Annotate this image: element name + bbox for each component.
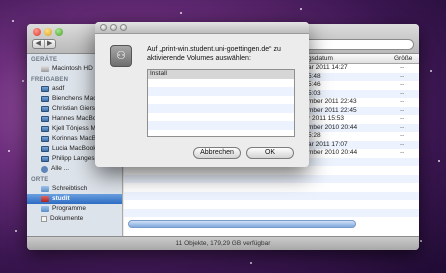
sidebar-item-label: asdf — [52, 85, 65, 92]
row-size: -- — [400, 72, 405, 80]
empty-row — [148, 96, 294, 105]
sidebar-item-label: Dokumente — [50, 215, 84, 222]
sidebar-item-label: Schreibtisch — [52, 185, 88, 192]
row-date: 5:03 — [308, 89, 321, 97]
minimize-button[interactable] — [44, 28, 52, 36]
row-date: r 2011 15:53 — [308, 115, 345, 122]
network-volume-icon: ⚇ — [110, 45, 132, 67]
volume-list[interactable]: Install — [147, 69, 295, 137]
computer-icon — [41, 96, 49, 102]
disk-icon — [41, 66, 49, 72]
empty-row — [124, 208, 419, 217]
cancel-button[interactable]: Abbrechen — [193, 147, 241, 159]
computer-icon — [41, 146, 49, 152]
dialog-zoom-button — [120, 24, 127, 31]
empty-row — [148, 113, 294, 122]
row-size: -- — [400, 89, 405, 97]
sidebar-item-applications[interactable]: Programme — [27, 204, 122, 214]
row-date: 5:28 — [308, 132, 321, 139]
empty-row — [148, 87, 294, 96]
row-date: mber 2010 20:44 — [308, 149, 358, 156]
documents-icon — [41, 216, 47, 222]
row-date: mber 2011 22:43 — [308, 98, 357, 105]
forward-button[interactable]: ▶ — [43, 40, 56, 48]
row-size: -- — [400, 106, 405, 114]
horizontal-scrollbar[interactable] — [128, 220, 356, 228]
empty-row — [148, 121, 294, 130]
column-header-size[interactable]: Größe — [394, 54, 412, 63]
computer-icon — [41, 126, 49, 132]
sidebar-header-places: ORTE — [31, 177, 49, 183]
sidebar-item-label: Alle ... — [51, 165, 70, 172]
row-date: mber 2011 22:45 — [308, 106, 357, 114]
search-field[interactable] — [302, 39, 414, 50]
row-size: -- — [400, 140, 405, 148]
sidebar-item-label: studit — [52, 195, 70, 202]
close-button[interactable] — [33, 28, 41, 36]
volume-item-install[interactable]: Install — [148, 70, 294, 79]
row-size: -- — [400, 98, 405, 105]
sidebar-item-label: Macintosh HD — [52, 65, 93, 72]
dialog-prompt: Auf „print-win.student.uni-goettingen.de… — [147, 46, 281, 62]
row-size: -- — [400, 149, 405, 156]
column-header-date[interactable]: gsdatum — [308, 54, 333, 63]
back-button[interactable]: ◀ — [33, 40, 44, 48]
sidebar-item-documents[interactable]: Dokumente — [27, 214, 122, 224]
empty-row — [124, 191, 419, 200]
row-size: -- — [400, 132, 405, 139]
empty-row — [124, 174, 419, 183]
volume-select-dialog: ⚇ Auf „print-win.student.uni-goettingen.… — [95, 22, 309, 167]
sidebar-item-label: Programme — [52, 205, 86, 212]
applications-icon — [41, 206, 49, 212]
row-size: -- — [400, 81, 405, 88]
network-icon — [41, 165, 48, 173]
row-date: ar 2011 14:27 — [308, 64, 348, 71]
empty-row — [148, 104, 294, 113]
row-size: -- — [400, 64, 405, 71]
computer-icon — [41, 156, 49, 162]
computer-icon — [41, 136, 49, 142]
desktop-icon — [41, 186, 49, 192]
row-date: ar 2011 17:07 — [308, 140, 348, 148]
sidebar-item-label: Christian Giersig — [52, 105, 101, 112]
dialog-close-button — [100, 24, 107, 31]
back-forward-buttons: ◀ ▶ — [32, 39, 56, 49]
row-size: -- — [400, 115, 405, 122]
status-bar: 11 Objekte, 179,29 GB verfügbar — [27, 236, 419, 250]
computer-icon — [41, 86, 49, 92]
sidebar-item-label: Lucia MacBook — [52, 145, 97, 152]
zoom-button[interactable] — [55, 28, 63, 36]
ok-button[interactable]: OK — [246, 147, 294, 159]
home-icon — [41, 196, 49, 202]
row-date: 5:48 — [308, 72, 321, 80]
row-size: -- — [400, 123, 405, 131]
computer-icon — [41, 106, 49, 112]
dialog-titlebar — [95, 22, 309, 34]
dialog-minimize-button — [110, 24, 117, 31]
sidebar-item-desktop[interactable]: Schreibtisch — [27, 184, 122, 194]
row-date: mber 2010 20:44 — [308, 123, 358, 131]
sidebar-item-home[interactable]: studit — [27, 194, 122, 204]
empty-row — [148, 79, 294, 88]
computer-icon — [41, 116, 49, 122]
row-date: 5:46 — [308, 81, 321, 88]
